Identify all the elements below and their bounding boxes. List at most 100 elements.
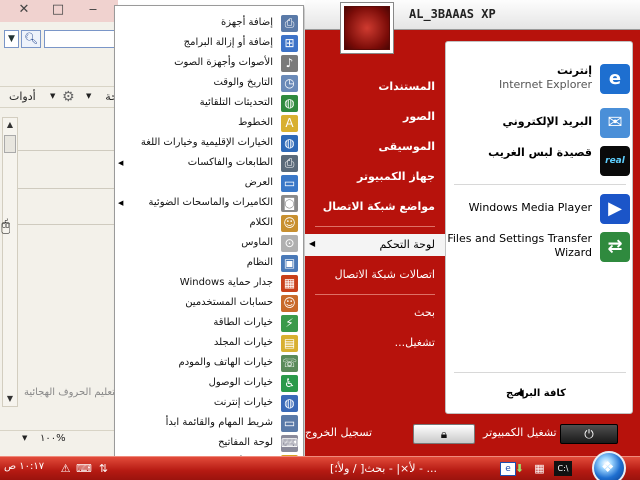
internet-options-icon: ◍ [281, 395, 298, 412]
control-panel-item[interactable]: ☏ خيارات الهاتف والمودم [115, 354, 303, 373]
control-panel-item[interactable]: ◙ الكاميرات والماسحات الضوئية ◀ [115, 194, 303, 213]
control-panel-item[interactable]: ◷ التاريخ والوقت [115, 74, 303, 93]
start-button[interactable]: ❖ [592, 451, 626, 480]
scroll-down-icon[interactable]: ▼ [3, 392, 17, 406]
download-icon[interactable]: ⬇ [512, 461, 527, 476]
menu-item-documents[interactable]: المستندات [305, 76, 445, 98]
control-panel-item[interactable]: ◍ خيارات إنترنت [115, 394, 303, 413]
tools-menu-label[interactable]: أدوات [9, 90, 36, 103]
control-panel-item[interactable]: ♪ الأصوات وأجهزة الصوت [115, 54, 303, 73]
start-menu-footer: إيقاف تشغيل الكمبيوتر ⏻ تسجيل الخروج 🔒︎ [305, 414, 640, 456]
control-panel-item-label: النظام [246, 257, 273, 268]
scroll-up-icon[interactable]: ▲ [3, 118, 17, 132]
address-input[interactable] [44, 30, 116, 48]
taskbar-task-button[interactable]: [ولأ؛ / ]لأ×| - بحث - ... e [330, 460, 520, 478]
mouse-icon: ⊙ [281, 235, 298, 252]
camera-icon: ◙ [281, 195, 298, 212]
divider [454, 184, 626, 185]
divider [315, 294, 435, 295]
command-prompt-icon[interactable]: C:\ [554, 461, 572, 476]
close-button[interactable]: ✕ [13, 0, 35, 19]
accessibility-icon: ♿ [281, 375, 298, 392]
network-icon[interactable]: ⇅ [96, 461, 111, 476]
vertical-scrollbar[interactable]: ▲ ▼ [2, 117, 18, 407]
control-panel-item-label: خيارات الطاقة [213, 317, 273, 328]
control-panel-item[interactable]: ⎙ إضافة أجهزة [115, 14, 303, 33]
chevron-down-icon[interactable]: ▼ [50, 92, 55, 100]
control-panel-item[interactable]: A الخطوط [115, 114, 303, 133]
pinned-item[interactable]: ▶ Windows Media Player [446, 190, 634, 228]
power-icon[interactable]: ⏻ [560, 424, 618, 444]
menu-item-label: مواضع شبكة الاتصال [322, 200, 435, 213]
divider [18, 224, 118, 225]
status-bar: ▼ ١٠٠% [0, 430, 118, 446]
divider [315, 226, 435, 227]
menu-item-run[interactable]: تشغيل... [305, 332, 445, 354]
control-panel-item-label: التاريخ والوقت [213, 77, 273, 88]
logoff-label[interactable]: تسجيل الخروج [305, 426, 372, 439]
control-panel-item[interactable]: ⊙ الماوس [115, 234, 303, 253]
warning-icon[interactable]: ⚠ [58, 461, 73, 476]
search-icon[interactable]: 🔍︎ [21, 30, 41, 48]
pinned-item[interactable]: ✉ البريد الإلكتروني [446, 104, 634, 142]
control-panel-item[interactable]: ⊞ إضافة أو إزالة البرامج [115, 34, 303, 53]
background-window-titlebar: ✕ □ ‒ [0, 0, 118, 22]
pinned-item[interactable]: real قصيدة لبس الغريب [446, 142, 634, 180]
control-panel-item[interactable]: ▣ النظام [115, 254, 303, 273]
grid-icon[interactable]: ▦ [532, 461, 547, 476]
menu-item-network-connections[interactable]: اتصالات شبكة الاتصال [305, 264, 445, 286]
users-icon: ☺ [281, 295, 298, 312]
control-panel-item[interactable]: ⎙ الطابعات والفاكسات ◀ [115, 154, 303, 173]
chevron-down-icon[interactable]: ▼ [86, 92, 91, 100]
control-panel-item-label: الطابعات والفاكسات [187, 157, 273, 168]
menu-item-label: الموسيقى [378, 140, 435, 153]
lock-icon[interactable]: 🔒︎ [413, 424, 475, 444]
control-panel-item[interactable]: ⚡ خيارات الطاقة [115, 314, 303, 333]
all-programs-button[interactable]: ◀ كافة البرامج [446, 382, 634, 408]
menu-item-search[interactable]: بحث [305, 302, 445, 324]
divider [454, 372, 626, 373]
control-panel-item[interactable]: ▭ العرض [115, 174, 303, 193]
chevron-down-icon[interactable]: ▼ [4, 30, 19, 48]
control-panel-item[interactable]: ☺ حسابات المستخدمين [115, 294, 303, 313]
tray-clock[interactable]: ١٠:١٧ ص [4, 461, 44, 472]
control-panel-item-label: الخطوط [238, 117, 273, 128]
control-panel-item[interactable]: ▦ جدار حماية Windows [115, 274, 303, 293]
control-panel-item[interactable]: ☺ الكلام [115, 214, 303, 233]
menu-item-music[interactable]: الموسيقى [305, 136, 445, 158]
phone-icon: ☏ [281, 355, 298, 372]
control-panel-item[interactable]: ▭ شريط المهام والقائمة ابدأ [115, 414, 303, 433]
user-name: AL_3BAAAS XP [409, 7, 496, 21]
submenu-arrow-icon: ◀ [118, 199, 124, 207]
menu-item-network-places[interactable]: مواضع شبكة الاتصال [305, 196, 445, 218]
menu-item-pictures[interactable]: الصور [305, 106, 445, 128]
keyboard-icon[interactable]: ⌨ [76, 461, 92, 476]
taskbar-task-label: [ولأ؛ / ]لأ×| - بحث - ... [330, 462, 437, 475]
control-panel-item[interactable]: ◍ الخيارات الإقليمية وخيارات اللغة [115, 134, 303, 153]
gear-icon[interactable]: ⚙ [62, 89, 75, 105]
taskbar-icon: ▭ [281, 415, 298, 432]
minimize-button[interactable]: ‒ [82, 0, 104, 19]
programs-icon: ⊞ [281, 35, 298, 52]
control-panel-item[interactable]: ♿ خيارات الوصول [115, 374, 303, 393]
scroll-thumb[interactable] [4, 135, 16, 153]
menu-item-control-panel[interactable]: لوحة التحكم ◀ [305, 234, 445, 256]
pinned-item-label: إنترنت [556, 64, 592, 77]
control-panel-item-label: العرض [244, 177, 273, 188]
pinned-item-label: Files and Settings Transfer [447, 232, 592, 245]
divider [18, 188, 118, 189]
start-menu-programs: e إنترنت Internet Explorer ✉ البريد الإلكترو… [445, 41, 633, 414]
transfer-wizard-icon: ⇄ [600, 232, 630, 262]
control-panel-item[interactable]: ⌨ لوحة المفاتيح [115, 434, 303, 453]
control-panel-item[interactable]: ▤ خيارات المجلد [115, 334, 303, 353]
zoom-level[interactable]: ١٠٠% [40, 433, 66, 444]
maximize-button[interactable]: □ [47, 0, 69, 19]
chevron-down-icon[interactable]: ▼ [22, 434, 27, 442]
menu-item-my-computer[interactable]: جهاز الكمبيوتر [305, 166, 445, 188]
avatar[interactable] [340, 2, 394, 54]
pinned-item[interactable]: ⇄ Files and Settings Transfer Wizard [446, 228, 634, 266]
control-panel-item[interactable]: ◍ التحديثات التلقائية [115, 94, 303, 113]
pinned-item-sublabel: Internet Explorer [499, 78, 592, 91]
panel-text: تعليم الحروف الهجائية [23, 387, 115, 398]
pinned-item[interactable]: e إنترنت Internet Explorer [446, 60, 634, 98]
